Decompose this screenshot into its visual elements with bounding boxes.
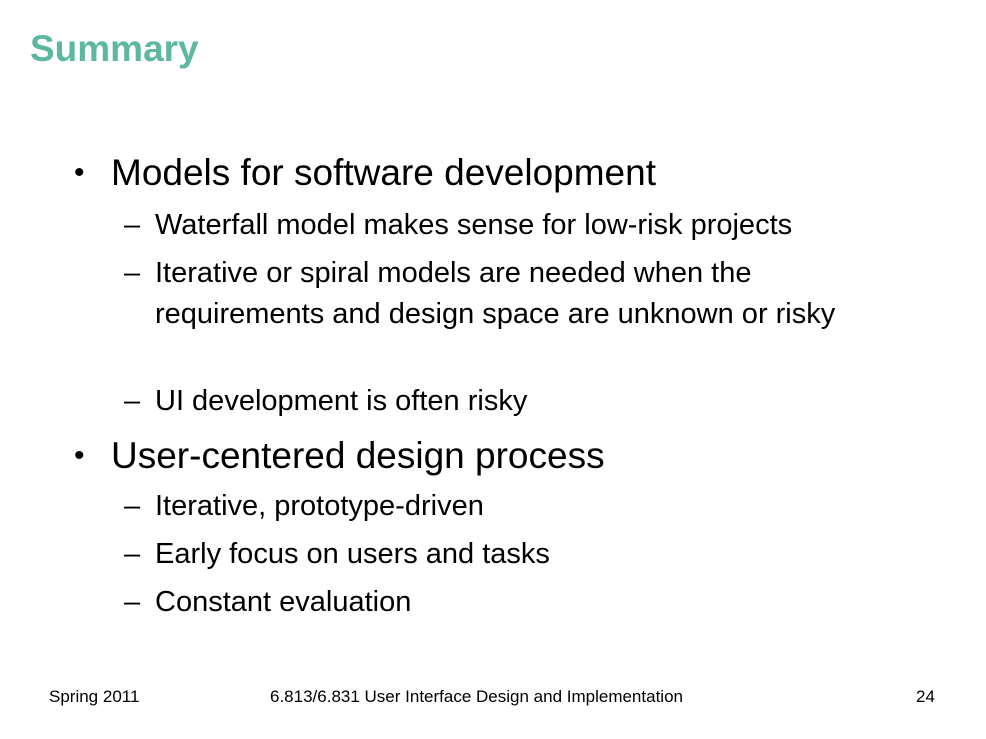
footer-course-title: 6.813/6.831 User Interface Design and Im… xyxy=(270,687,683,706)
sub-bullet-mark: – xyxy=(124,385,141,417)
sub-bullet-text: Constant evaluation xyxy=(155,586,412,618)
bullet-text: User-centered design process xyxy=(111,435,605,476)
footer-term: Spring 2011 xyxy=(49,687,140,706)
slide-title: Summary xyxy=(30,28,199,69)
slide: Summary • Models for software developmen… xyxy=(0,0,986,739)
page-number: 24 xyxy=(916,687,935,706)
sub-bullet-mark: – xyxy=(124,490,141,522)
sub-bullet-text: Iterative or spiral models are needed wh… xyxy=(155,257,836,330)
bullet-mark: • xyxy=(74,156,85,189)
sub-bullet-mark: – xyxy=(124,209,141,241)
sub-bullet-text: Early focus on users and tasks xyxy=(155,538,550,570)
bullet-mark: • xyxy=(74,439,85,472)
sub-bullet-mark: – xyxy=(124,257,141,289)
sub-bullet-text: Waterfall model makes sense for low-risk… xyxy=(155,209,793,241)
sub-bullet-text: Iterative, prototype-driven xyxy=(155,490,484,522)
bullet-text: Models for software development xyxy=(111,152,656,193)
sub-bullet-mark: – xyxy=(124,538,141,570)
sub-bullet-mark: – xyxy=(124,586,141,618)
sub-bullet-text: UI development is often risky xyxy=(155,385,528,417)
